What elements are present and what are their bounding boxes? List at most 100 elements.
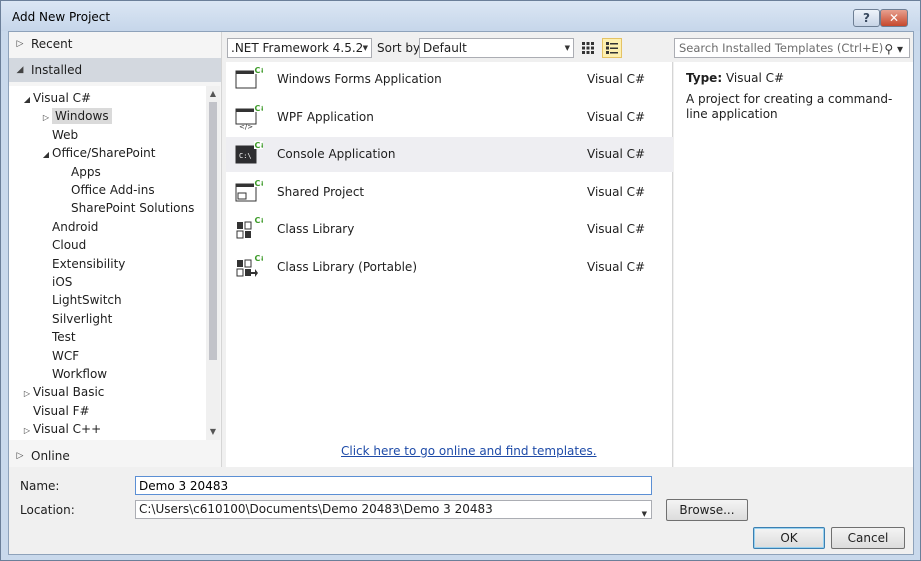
tree-item-label: Silverlight <box>52 311 113 326</box>
browse-button[interactable]: Browse... <box>666 499 748 521</box>
tree-item[interactable]: Android <box>40 218 98 236</box>
dropdown-arrow-icon[interactable]: ▼ <box>642 506 647 523</box>
template-item[interactable]: C# Class Library Visual C# <box>226 212 673 247</box>
template-item[interactable]: C# Shared Project Visual C# <box>226 175 673 210</box>
tree-item-label: Web <box>52 127 79 142</box>
svg-text:C#: C# <box>255 179 264 188</box>
small-icons-view-button[interactable] <box>578 38 598 58</box>
template-item[interactable]: </> C# WPF Application Visual C# <box>226 100 673 135</box>
nav-recent-label: Recent <box>31 37 73 51</box>
shared-project-icon: C# <box>235 178 267 205</box>
tree-item-label: Cloud <box>52 238 87 253</box>
details-type-label: Type: <box>686 71 723 85</box>
online-templates-link[interactable]: Click here to go online and find templat… <box>341 444 597 458</box>
close-button[interactable]: ✕ <box>880 9 908 27</box>
tree-item-label: Visual C# <box>33 91 92 105</box>
tree-item[interactable]: SharePoint Solutions <box>59 199 194 217</box>
tree-item[interactable]: Workflow <box>40 365 107 383</box>
template-name: Shared Project <box>277 184 365 199</box>
nav-recent[interactable]: ▷ Recent <box>9 32 221 56</box>
tree-item-label: iOS <box>52 275 73 289</box>
expand-arrow-icon[interactable]: ▷ <box>21 422 33 440</box>
wpf-icon: </> C# <box>235 103 267 131</box>
tree-item[interactable]: ◢ Visual C# <box>21 89 91 107</box>
expand-arrow-icon[interactable]: ▷ <box>40 109 52 127</box>
tree-item[interactable]: WCF <box>40 347 79 365</box>
tree-item[interactable]: Extensibility <box>40 255 125 273</box>
tree-item-label: Apps <box>71 164 101 179</box>
tree-item-label: LightSwitch <box>52 293 122 308</box>
scroll-up-icon[interactable]: ▲ <box>206 86 220 102</box>
tree-item[interactable]: Visual F# <box>21 402 90 420</box>
template-name: Windows Forms Application <box>277 72 442 86</box>
collapse-arrow-icon[interactable]: ◢ <box>40 146 52 164</box>
list-view-button[interactable] <box>602 38 622 58</box>
tree-item-label: Office Add-ins <box>71 183 155 197</box>
scroll-thumb[interactable] <box>209 102 217 360</box>
tree-item[interactable]: ▷ Visual Basic <box>21 383 105 403</box>
sort-select[interactable]: Default ▼ <box>419 38 574 58</box>
details-type: Type: Visual C# <box>686 71 784 85</box>
dropdown-arrow-icon: ▼ <box>564 44 570 52</box>
template-name: Class Library <box>277 222 355 237</box>
framework-select[interactable]: .NET Framework 4.5.2 ▼ <box>227 38 372 58</box>
template-item[interactable]: C# Class Library (Portable) Visual C# <box>226 250 673 285</box>
tree-item[interactable]: ▷ Visual C++ <box>21 420 101 438</box>
tree-item[interactable]: Office Add-ins <box>59 181 155 199</box>
svg-text:C#: C# <box>255 254 264 263</box>
tree-item[interactable]: iOS <box>40 273 72 291</box>
sort-by-label: Sort by: <box>377 41 424 55</box>
tree-item[interactable]: Silverlight <box>40 310 112 328</box>
collapse-arrow-icon[interactable]: ◢ <box>21 91 33 109</box>
template-item[interactable]: C:\C# Console Application Visual C# <box>226 137 673 173</box>
name-label: Name: <box>20 479 60 493</box>
tree-item[interactable]: Test <box>40 328 76 346</box>
location-label: Location: <box>20 503 75 517</box>
template-name: Class Library (Portable) <box>277 260 417 274</box>
collapse-arrow-icon: ◢ <box>16 65 24 75</box>
framework-value: .NET Framework 4.5.2 <box>231 41 364 55</box>
svg-text:C#: C# <box>255 66 264 75</box>
search-templates-input[interactable]: Search Installed Templates (Ctrl+E) ⚲ ▾ <box>674 38 910 58</box>
tree-item-label: Visual Basic <box>33 385 105 400</box>
tree-item-label: Extensibility <box>52 256 126 271</box>
template-toolbar: .NET Framework 4.5.2 ▼ Sort by: Default … <box>227 36 910 60</box>
tree-item-label: Visual C++ <box>33 422 102 437</box>
tree-item[interactable]: Cloud <box>40 236 86 254</box>
help-button[interactable]: ? <box>853 9 880 27</box>
window-title: Add New Project <box>12 10 111 24</box>
console-icon: C:\C# <box>235 141 267 167</box>
template-tree: ◢ Visual C# ▷ Windows Web ◢ Office/SharePoint A… <box>9 86 206 440</box>
template-nav: ▷ Recent ◢ Installed ◢ Visual C# ▷ Windows W… <box>9 32 222 467</box>
tree-item-label: WCF <box>52 348 80 363</box>
template-name: WPF Application <box>277 109 374 124</box>
tree-item-label: SharePoint Solutions <box>71 201 195 216</box>
small-icons-icon <box>582 42 594 54</box>
tree-item[interactable]: LightSwitch <box>40 291 122 309</box>
ok-button[interactable]: OK <box>753 527 825 549</box>
tree-item[interactable]: Web <box>40 126 78 144</box>
svg-text:C:\: C:\ <box>239 152 252 160</box>
svg-text:C#: C# <box>255 216 264 225</box>
tree-item[interactable]: Apps <box>59 163 101 181</box>
nav-online[interactable]: ▷ Online <box>9 444 221 468</box>
tree-scrollbar[interactable]: ▲ ▼ <box>206 86 220 440</box>
location-field[interactable]: C:\Users\c610100\Documents\Demo 20483\De… <box>135 500 652 519</box>
add-new-project-dialog: Add New Project ? ✕ ▷ Recent ◢ Installed… <box>0 0 921 561</box>
search-icon[interactable]: ⚲ ▾ <box>884 40 903 58</box>
cancel-button[interactable]: Cancel <box>831 527 905 549</box>
dialog-body: ▷ Recent ◢ Installed ◢ Visual C# ▷ Windows W… <box>8 31 914 555</box>
name-field[interactable] <box>135 476 652 495</box>
class-library-icon: C# <box>235 216 267 242</box>
template-language: Visual C# <box>587 147 646 162</box>
tree-item[interactable]: ◢ Office/SharePoint <box>40 144 156 162</box>
svg-text:</>: </> <box>239 123 253 130</box>
template-language: Visual C# <box>587 222 646 237</box>
nav-installed[interactable]: ◢ Installed <box>9 58 221 82</box>
scroll-down-icon[interactable]: ▼ <box>206 424 220 440</box>
template-language: Visual C# <box>587 72 646 86</box>
expand-arrow-icon[interactable]: ▷ <box>21 385 33 403</box>
template-item[interactable]: C# Windows Forms Application Visual C# <box>226 62 673 97</box>
tree-item[interactable]: ▷ Windows <box>40 107 112 125</box>
tree-item-label: Windows <box>52 108 112 125</box>
